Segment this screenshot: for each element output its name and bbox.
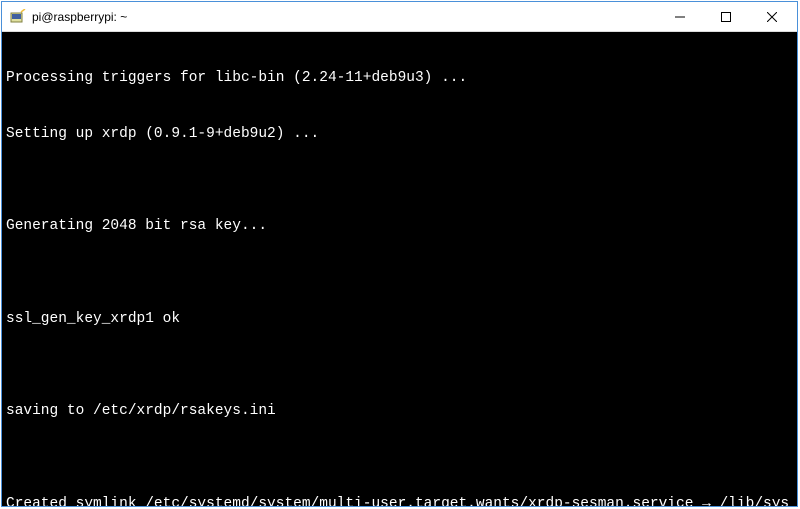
maximize-button[interactable] [703, 2, 749, 32]
window-controls [657, 2, 795, 31]
output-line: saving to /etc/xrdp/rsakeys.ini [6, 402, 793, 421]
output-line: Setting up xrdp (0.9.1-9+deb9u2) ... [6, 125, 793, 144]
output-line: ssl_gen_key_xrdp1 ok [6, 310, 793, 329]
maximize-icon [721, 12, 731, 22]
minimize-icon [675, 12, 685, 22]
output-line: Processing triggers for libc-bin (2.24-1… [6, 69, 793, 88]
putty-icon [10, 9, 26, 25]
terminal-output[interactable]: Processing triggers for libc-bin (2.24-1… [2, 32, 797, 506]
window-title: pi@raspberrypi: ~ [32, 10, 657, 24]
close-button[interactable] [749, 2, 795, 32]
terminal-window: pi@raspberrypi: ~ Processing triggers fo… [1, 1, 798, 507]
titlebar[interactable]: pi@raspberrypi: ~ [2, 2, 797, 32]
output-line: Generating 2048 bit rsa key... [6, 217, 793, 236]
output-line: Created symlink /etc/systemd/system/mult… [6, 495, 793, 507]
close-icon [767, 12, 777, 22]
minimize-button[interactable] [657, 2, 703, 32]
